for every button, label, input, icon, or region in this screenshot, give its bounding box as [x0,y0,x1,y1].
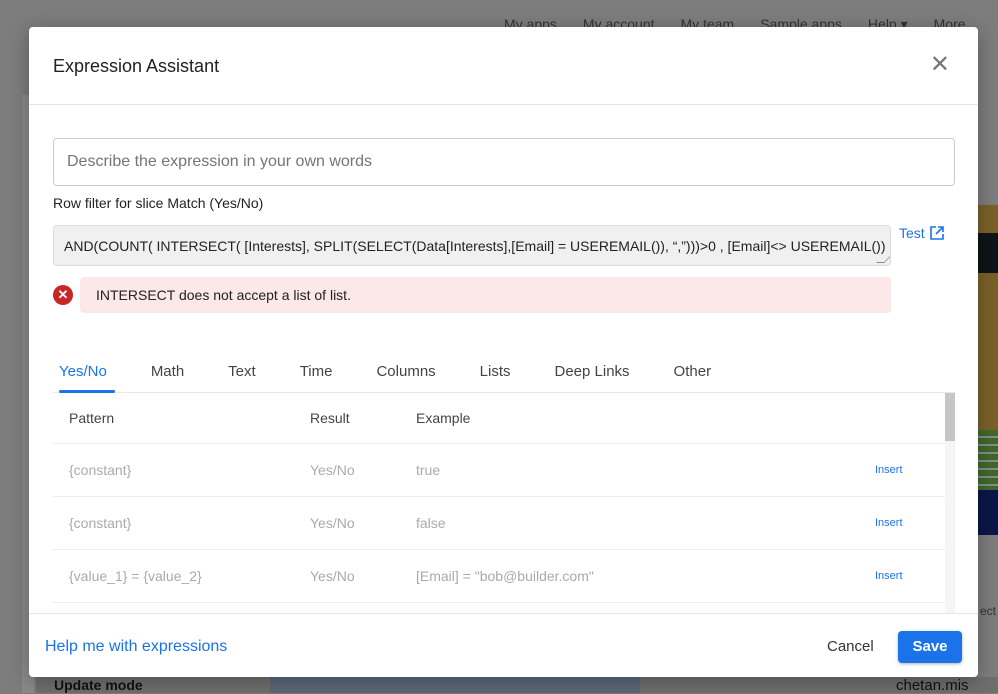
dialog-footer: Help me with expressions Cancel Save [29,613,978,677]
table-row: {value_1} = {value_2} Yes/No [Email] = "… [53,550,955,603]
tab-deep-links[interactable]: Deep Links [549,356,636,392]
scrollbar-thumb[interactable] [945,393,955,441]
example-cell: [Email] = "bob@builder.com" [416,568,594,584]
test-label: Test [899,225,925,241]
tab-columns[interactable]: Columns [370,356,441,392]
table-row: {constant} Yes/No true Insert [53,444,955,497]
dialog-header: Expression Assistant ✕ [29,27,978,105]
error-message: INTERSECT does not accept a list of list… [80,277,891,313]
close-icon[interactable]: ✕ [930,53,950,77]
pattern-table: Pattern Result Example {constant} Yes/No… [53,393,955,613]
cancel-button[interactable]: Cancel [827,638,874,655]
result-cell: Yes/No [310,515,355,531]
tab-text[interactable]: Text [222,356,262,392]
header-result: Result [310,410,350,426]
table-header: Pattern Result Example [53,393,955,444]
dialog-title: Expression Assistant [53,56,220,76]
background-text: ect [980,604,997,618]
help-link[interactable]: Help me with expressions [45,638,227,656]
category-tabs: Yes/No Math Text Time Columns Lists Deep… [53,356,955,393]
pattern-cell: {constant} [69,515,132,531]
background-banner-image [978,205,998,535]
test-button[interactable]: Test [899,225,944,241]
bg-update-options [270,677,640,693]
table-scrollbar[interactable] [945,393,955,613]
header-example: Example [416,410,471,426]
tab-time[interactable]: Time [294,356,339,392]
pattern-cell: {value_1} = {value_2} [69,568,202,584]
insert-button[interactable]: Insert [875,570,955,582]
insert-button[interactable]: Insert [875,517,955,529]
external-link-icon [929,226,944,240]
save-button[interactable]: Save [898,631,962,663]
pattern-cell: {constant} [69,462,132,478]
tab-lists[interactable]: Lists [474,356,517,392]
background-bottom-bar: Update mode chetan.mis [36,677,998,694]
resize-handle[interactable] [876,255,890,263]
result-cell: Yes/No [310,568,355,584]
insert-button[interactable]: Insert [875,464,955,476]
header-pattern: Pattern [69,410,115,426]
tab-math[interactable]: Math [145,356,190,392]
result-cell: Yes/No [310,462,355,478]
expression-assistant-dialog: Expression Assistant ✕ Row filter for sl… [29,27,978,677]
example-cell: true [416,462,441,478]
tab-other[interactable]: Other [668,356,718,392]
bg-update-mode: Update mode [54,677,143,693]
description-input[interactable] [53,138,955,186]
tab-yes-no[interactable]: Yes/No [53,356,115,393]
example-cell: false [416,515,446,531]
filter-label: Row filter for slice Match (Yes/No) [53,195,264,211]
table-row: {constant} Yes/No false Insert [53,497,955,550]
error-icon: ✕ [53,285,73,305]
expression-textarea[interactable]: AND(COUNT( INTERSECT( [Interests], SPLIT… [53,225,891,266]
bg-user: chetan.mis [896,677,969,694]
expression-text: AND(COUNT( INTERSECT( [Interests], SPLIT… [64,238,886,254]
